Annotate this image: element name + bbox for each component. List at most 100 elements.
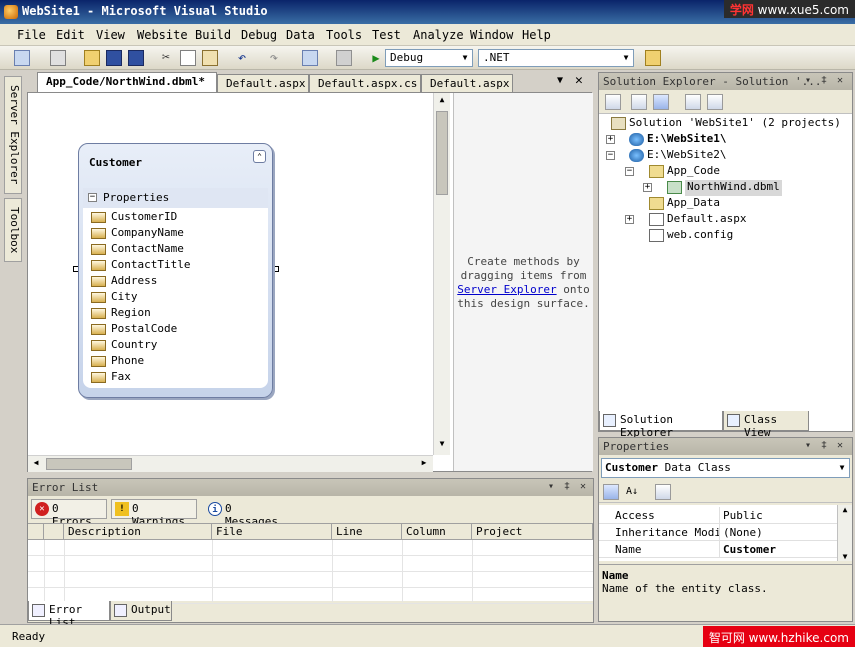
tab-toolbox[interactable]: Toolbox: [4, 198, 22, 262]
navigate-forward-icon[interactable]: [336, 50, 352, 66]
tab-default-aspx[interactable]: Default.aspx: [217, 74, 309, 92]
auto-hide-pin-icon[interactable]: ‡: [821, 440, 827, 451]
tree-website2[interactable]: E:\WebSite2\: [629, 148, 726, 164]
window-position-icon[interactable]: ▾: [548, 481, 554, 492]
column-header-line[interactable]: Line: [332, 524, 402, 540]
list-item[interactable]: PostalCode: [91, 322, 177, 338]
menu-view[interactable]: View: [96, 28, 125, 42]
menu-window[interactable]: Window: [470, 28, 513, 42]
menu-test[interactable]: Test: [372, 28, 401, 42]
expand-icon[interactable]: +: [625, 215, 634, 224]
property-row[interactable]: Inheritance Modif (None): [599, 524, 852, 541]
collapse-icon[interactable]: −: [606, 151, 615, 160]
warnings-filter-button[interactable]: ! 0 Warnings: [111, 499, 197, 528]
tab-default-aspx-cs[interactable]: Default.aspx.cs: [309, 74, 421, 92]
methods-pane[interactable]: Create methods by dragging items from Se…: [453, 93, 593, 471]
alphabetical-icon[interactable]: A↓: [625, 484, 641, 500]
tree-website1[interactable]: E:\WebSite1\: [629, 132, 726, 148]
collapse-icon[interactable]: −: [625, 167, 634, 176]
selection-handle[interactable]: [273, 266, 279, 272]
collapse-properties-icon[interactable]: −: [88, 193, 97, 202]
menu-help[interactable]: Help: [522, 28, 551, 42]
solution-configuration-select[interactable]: Debug ▼: [385, 49, 473, 67]
save-all-icon[interactable]: [128, 50, 144, 66]
asp-net-configuration-icon[interactable]: [707, 94, 723, 110]
tab-northwind-dbml[interactable]: App_Code/NorthWind.dbml*: [37, 72, 217, 92]
messages-filter-button[interactable]: i 0 Messages: [204, 499, 290, 528]
errors-filter-button[interactable]: ✕ 0 Errors: [31, 499, 107, 528]
design-horizontal-scrollbar[interactable]: ◀ ▶: [28, 455, 433, 472]
menu-analyze[interactable]: Analyze: [413, 28, 464, 42]
solution-platform-select[interactable]: .NET ▼: [478, 49, 634, 67]
refresh-icon[interactable]: [631, 94, 647, 110]
tab-solution-explorer[interactable]: Solution Explorer: [599, 411, 723, 439]
list-item[interactable]: City: [91, 290, 138, 306]
scroll-thumb[interactable]: [436, 111, 448, 195]
tab-default-aspx-2[interactable]: Default.aspx: [421, 74, 513, 92]
find-in-files-icon[interactable]: [645, 50, 661, 66]
expand-icon[interactable]: +: [643, 183, 652, 192]
active-files-dropdown-icon[interactable]: ▼: [557, 75, 563, 86]
tab-error-list[interactable]: Error List: [28, 601, 110, 629]
close-document-icon[interactable]: ✕: [575, 73, 583, 88]
entity-customer[interactable]: Customer ⌃ − Properties CustomerID Compa…: [78, 143, 273, 398]
scroll-up-icon[interactable]: ▲: [838, 505, 852, 514]
list-item[interactable]: CustomerID: [91, 210, 177, 226]
undo-icon[interactable]: ↶: [234, 50, 250, 66]
column-header-project[interactable]: Project: [472, 524, 593, 540]
scroll-down-icon[interactable]: ▼: [436, 439, 448, 451]
tab-class-view[interactable]: Class View: [723, 411, 809, 439]
window-position-icon[interactable]: ▾: [805, 75, 811, 86]
server-explorer-link[interactable]: Server Explorer: [457, 283, 556, 296]
start-debugging-icon[interactable]: ▶: [368, 50, 384, 66]
copy-website-icon[interactable]: [685, 94, 701, 110]
tree-northwind-dbml[interactable]: NorthWind.dbml: [667, 180, 782, 196]
list-item[interactable]: Country: [91, 338, 157, 354]
save-icon[interactable]: [106, 50, 122, 66]
close-icon[interactable]: ✕: [580, 481, 586, 492]
property-row[interactable]: Access Public: [599, 507, 852, 524]
menu-tools[interactable]: Tools: [326, 28, 362, 42]
menu-build[interactable]: Build: [195, 28, 231, 42]
open-folder-icon[interactable]: [84, 50, 100, 66]
tab-server-explorer[interactable]: Server Explorer: [4, 76, 22, 194]
auto-hide-pin-icon[interactable]: ‡: [821, 75, 827, 86]
list-item[interactable]: CompanyName: [91, 226, 184, 242]
property-pages-icon[interactable]: [655, 484, 671, 500]
menu-data[interactable]: Data: [286, 28, 315, 42]
scroll-down-icon[interactable]: ▼: [838, 552, 852, 561]
tree-app-data[interactable]: App_Data: [649, 196, 720, 212]
close-icon[interactable]: ✕: [837, 75, 843, 86]
menu-website[interactable]: Website: [137, 28, 188, 42]
menu-edit[interactable]: Edit: [56, 28, 85, 42]
list-item[interactable]: ContactName: [91, 242, 184, 258]
list-item[interactable]: ContactTitle: [91, 258, 190, 274]
list-item[interactable]: Fax: [91, 370, 131, 386]
auto-hide-pin-icon[interactable]: ‡: [564, 481, 570, 492]
new-project-icon[interactable]: [14, 50, 30, 66]
dbml-design-surface[interactable]: Customer ⌃ − Properties CustomerID Compa…: [27, 92, 593, 472]
menu-file[interactable]: File: [17, 28, 46, 42]
nest-related-files-icon[interactable]: [653, 94, 669, 110]
paste-icon[interactable]: [202, 50, 218, 66]
scroll-thumb[interactable]: [46, 458, 132, 470]
window-position-icon[interactable]: ▾: [805, 440, 811, 451]
scroll-up-icon[interactable]: ▲: [436, 95, 448, 107]
scroll-right-icon[interactable]: ▶: [418, 458, 430, 470]
tab-output[interactable]: Output: [110, 601, 172, 621]
copy-icon[interactable]: [180, 50, 196, 66]
navigate-backward-icon[interactable]: [302, 50, 318, 66]
tree-default-aspx[interactable]: Default.aspx: [649, 212, 746, 228]
collapse-icon[interactable]: ⌃: [253, 150, 266, 163]
tree-solution-root[interactable]: Solution 'WebSite1' (2 projects): [611, 116, 841, 132]
column-header-column[interactable]: Column: [402, 524, 472, 540]
list-item[interactable]: Region: [91, 306, 151, 322]
tree-web-config[interactable]: web.config: [649, 228, 733, 244]
property-row[interactable]: Name Customer: [599, 541, 852, 558]
list-item[interactable]: Address: [91, 274, 157, 290]
redo-icon[interactable]: ↷: [266, 50, 282, 66]
list-item[interactable]: Phone: [91, 354, 144, 370]
close-icon[interactable]: ✕: [837, 440, 843, 451]
expand-icon[interactable]: +: [606, 135, 615, 144]
add-item-icon[interactable]: [50, 50, 66, 66]
